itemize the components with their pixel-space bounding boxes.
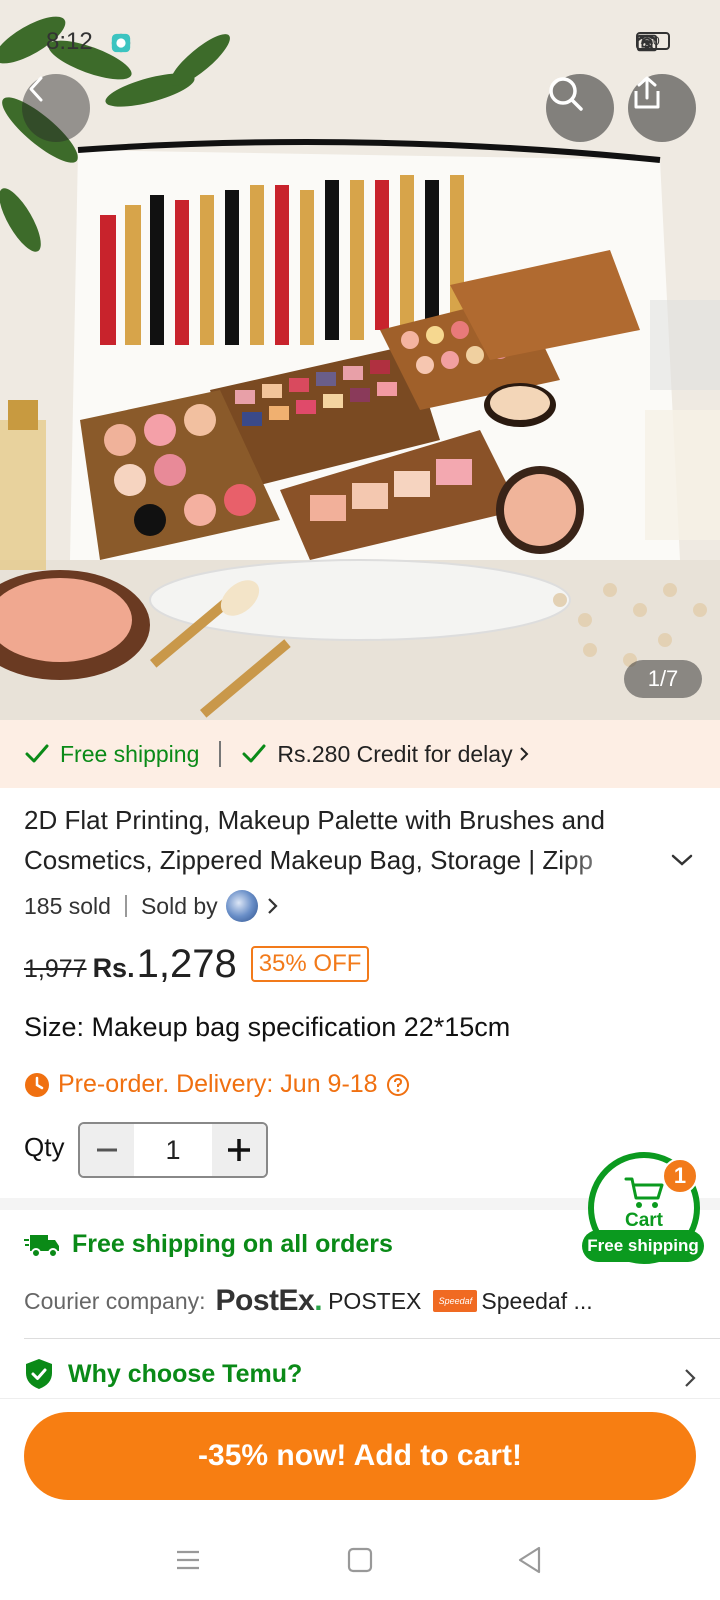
chevron-down-icon[interactable] (668, 848, 696, 872)
original-price: 1,977 (24, 955, 87, 983)
back-button[interactable] (22, 74, 90, 142)
speedaf-logo: Speedaf (433, 1290, 478, 1312)
size-selection[interactable]: Size: Makeup bag specification 22*15cm (24, 1012, 510, 1043)
app-notification-icon (111, 33, 131, 53)
search-button[interactable] (546, 74, 614, 142)
delay-credit-label: Rs.280 Credit for delay (277, 740, 513, 767)
price-row: 1,977 Rs. 1,278 35% OFF (24, 942, 370, 988)
qty-label: Qty (24, 1132, 65, 1162)
courier-label: Courier company: (24, 1287, 206, 1314)
truck-icon (24, 1234, 59, 1258)
size-label: Size: (24, 1012, 85, 1042)
back-triangle-icon (518, 1546, 541, 1574)
courier-row: Courier company: PostEx. POSTEX Speedaf … (24, 1284, 593, 1318)
cart-icon (624, 1177, 664, 1208)
seller-avatar[interactable] (225, 890, 258, 922)
title-fade-overlay (560, 840, 670, 880)
preorder-info: Pre-order. Delivery: Jun 9-18 (24, 1070, 410, 1099)
minus-icon (97, 1148, 117, 1152)
size-value: Makeup bag specification 22*15cm (91, 1012, 511, 1042)
menu-icon (177, 1550, 199, 1570)
discount-badge: 35% OFF (250, 946, 370, 982)
search-icon (549, 77, 583, 111)
shield-check-icon (26, 1359, 52, 1389)
free-shipping-all-label: Free shipping on all orders (72, 1230, 393, 1258)
cart-label: Cart (624, 1210, 663, 1231)
menu-nav-button[interactable] (170, 1542, 206, 1578)
home-nav-button[interactable] (342, 1542, 378, 1578)
courier-speedaf: Speedaf ... (481, 1287, 593, 1314)
cast-icon (636, 34, 658, 52)
preorder-delivery: Pre-order. Delivery: Jun 9-18 (58, 1070, 378, 1098)
home-square-icon (347, 1547, 373, 1573)
sold-divider (124, 895, 127, 917)
status-bar: 8:12 70 (0, 24, 720, 64)
share-button[interactable] (628, 74, 696, 142)
image-counter: 1/7 (624, 660, 702, 698)
check-icon (242, 744, 266, 763)
cart-free-shipping-badge: Free shipping (582, 1230, 704, 1262)
share-icon (634, 76, 660, 109)
help-icon[interactable] (386, 1073, 410, 1097)
chevron-right-icon[interactable] (266, 895, 280, 917)
sold-by-label[interactable]: Sold by (141, 893, 218, 920)
quantity-stepper: 1 (78, 1122, 268, 1178)
courier-postex: POSTEX (328, 1287, 422, 1314)
currency-symbol: Rs. (92, 953, 135, 983)
sold-count: 185 sold (24, 892, 111, 919)
chevron-left-icon (29, 76, 43, 102)
qty-increase-button[interactable] (212, 1124, 266, 1176)
free-shipping-label: Free shipping (60, 740, 200, 767)
sales-info-row: 185 sold Sold by (24, 890, 280, 922)
qty-decrease-button[interactable] (80, 1124, 134, 1176)
why-choose-label: Why choose Temu? (68, 1359, 303, 1388)
check-icon (25, 744, 49, 763)
system-navigation-bar (0, 1520, 720, 1600)
add-to-cart-button[interactable]: -35% now! Add to cart! (24, 1412, 696, 1500)
shipping-banner[interactable]: Free shipping Rs.280 Credit for delay (0, 720, 720, 788)
qty-value[interactable]: 1 (134, 1124, 212, 1176)
plus-icon (228, 1139, 250, 1161)
chevron-right-icon (519, 747, 529, 761)
free-shipping-all-orders[interactable]: Free shipping on all orders (24, 1230, 393, 1259)
chevron-right-icon[interactable] (682, 1366, 698, 1390)
current-price: 1,278 (136, 942, 237, 986)
postex-logo: PostEx. (215, 1284, 323, 1317)
back-nav-button[interactable] (512, 1542, 548, 1578)
banner-divider (219, 741, 222, 767)
why-choose-temu[interactable]: Why choose Temu? (24, 1358, 302, 1390)
status-time: 8:12 (46, 28, 93, 55)
clock-icon (25, 1072, 49, 1097)
product-image[interactable]: 8:12 70 1/7 (0, 0, 720, 720)
divider (24, 1338, 720, 1339)
cart-count-badge: 1 (662, 1158, 698, 1194)
